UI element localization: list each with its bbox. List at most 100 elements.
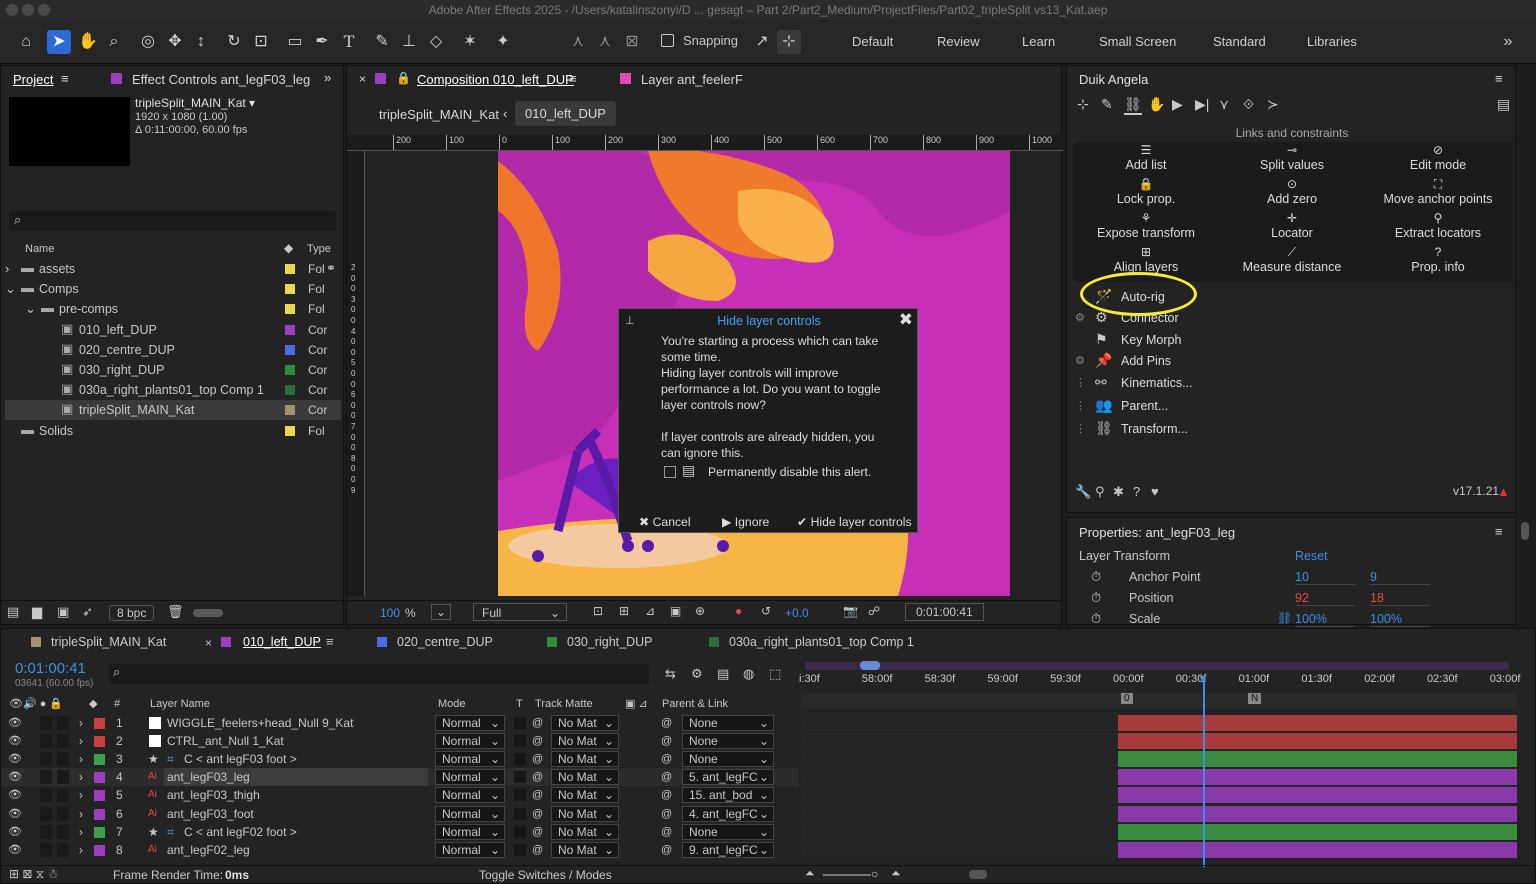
layer-row[interactable]: 👁 › 2 CTRL_ant_Null 1_Kat Normal ⌄ @ No Mat ⌄ @ No… [1,732,799,750]
layer-name[interactable]: ant_legF03_thigh [167,786,260,804]
lock-switch[interactable] [57,842,69,857]
orbit-camera-icon[interactable]: ◎ [136,30,160,54]
solo-switch[interactable] [40,770,52,785]
split-values-button[interactable]: ⊸ Split values [1219,142,1365,176]
project-item[interactable]: ▬ Solids Fol [5,421,341,441]
pick-whip-icon[interactable]: @ [532,805,543,823]
layer-row[interactable]: 👁 › 1 WIGGLE_feelers+head_Null 9_Kat Normal ⌄… [1,714,799,732]
lock-switch[interactable] [57,824,69,839]
parent-select[interactable]: 4. ant_legFC ⌄ [682,805,774,822]
layer-row[interactable]: 👁 › 3 ★ ⌗ C < ant legF03 foot > Normal ⌄ @ No Mat… [1,750,799,768]
expand-arrow-icon[interactable]: › [79,823,83,841]
brush-tool-icon[interactable]: ✎ [370,30,394,54]
layer-duration-bar[interactable] [1118,733,1517,750]
property-value-x[interactable]: 10 [1295,570,1355,585]
shy-layers-icon[interactable]: ▤ [717,666,729,682]
layer-row[interactable]: 👁 › 6 Ai ant_legF03_foot Normal ⌄ @ No Mat ⌄ @4. a… [1,805,799,823]
rotate-tool-icon[interactable]: ↻ [222,30,246,54]
project-item[interactable]: ▣ 030_right_DUP Cor [5,360,341,380]
close-icon[interactable]: ✖ [899,310,913,330]
pen-tool-icon[interactable]: ✒ [310,30,334,54]
parent-select[interactable]: None ⌄ [682,751,774,768]
zoom-tool-icon[interactable]: ⌕ [102,30,126,54]
options-icon[interactable]: ⋮ [1075,422,1086,435]
layer-name[interactable]: C < ant legF02 foot > [184,823,297,841]
wrench-icon[interactable]: 🔧 [1075,484,1091,500]
visibility-eye-icon[interactable]: 👁 [8,823,22,841]
properties-scrollbar[interactable] [1521,522,1529,540]
grid-icon[interactable]: ⊕ [695,604,705,618]
preserve-transparency-checkbox[interactable] [514,843,526,856]
layer-duration-bar[interactable] [1118,751,1517,768]
expand-arrow-icon[interactable]: › [79,786,83,804]
thumbnail-slider[interactable] [193,609,223,617]
layer-duration-bar[interactable] [1118,805,1517,822]
zoom-navigator[interactable] [860,661,880,670]
lock-switch[interactable] [57,788,69,803]
visibility-eye-icon[interactable]: 👁 [8,750,22,768]
pan-behind-tool-icon[interactable]: ⊡ [249,30,273,54]
track-matte-select[interactable]: No Mat ⌄ [551,787,619,804]
visibility-eye-icon[interactable]: 👁 [8,732,22,750]
lock-switch[interactable] [57,770,69,785]
pan-camera-icon[interactable]: ✥ [163,30,187,54]
comp-marker-0[interactable]: 0 [1121,693,1133,704]
layer-name[interactable]: ant_legF02_leg [167,841,250,859]
visibility-eye-icon[interactable]: 👁 [8,714,22,732]
project-item[interactable]: ▣ 020_centre_DUP Cor [5,340,341,360]
comp-mini-flowchart-icon[interactable]: ⇆ [665,666,676,682]
blend-mode-select[interactable]: Normal ⌄ [435,805,505,822]
puppet-pin-tool-icon[interactable]: ✦ [491,30,515,54]
snapping-checkbox[interactable] [661,34,674,47]
pick-whip-icon[interactable]: @ [532,786,543,804]
preserve-transparency-checkbox[interactable] [514,753,526,766]
add-pins-button[interactable]: ⚙ 📌 Add Pins [1075,352,1375,372]
property-value-x[interactable]: 100% [1295,612,1355,627]
blend-mode-select[interactable]: Normal ⌄ [435,823,505,840]
mode-column[interactable]: Mode [438,696,466,713]
region-of-interest-icon[interactable]: ⊡ [593,604,603,618]
project-item[interactable]: ▣ tripleSplit_MAIN_Kat Cor [5,400,341,421]
hand-icon[interactable]: ✋ [1148,96,1165,113]
axis-view-icon[interactable]: ⊠ [620,30,644,54]
draft-3d-icon[interactable]: ⚙ [691,666,703,682]
zoom-dropdown-icon[interactable]: ⌄ [431,604,452,620]
pick-whip-icon[interactable]: @ [532,732,543,750]
parent-column[interactable]: Parent & Link [662,696,728,713]
heart-icon[interactable]: ♥ [1151,484,1159,499]
visibility-eye-icon[interactable]: 👁 [8,786,22,804]
expand-arrow-icon[interactable]: ⌄ [25,301,36,317]
track-matte-select[interactable]: No Mat ⌄ [551,823,619,840]
layer-search-input[interactable]: ⌕ [109,664,649,684]
workspace-review[interactable]: Review [937,34,980,49]
scripting-icon[interactable]: ≻ [1267,96,1279,113]
new-comp-icon[interactable]: ▣ [57,604,69,620]
blend-mode-select[interactable]: Normal ⌄ [435,841,505,858]
layer-row[interactable]: 👁 › 7 ★ ⌗ C < ant legF02 foot > Normal ⌄ @ No Mat… [1,823,799,841]
show-snapshot-icon[interactable]: ☍ [868,604,880,618]
track-matte-select[interactable]: No Mat ⌄ [551,733,619,750]
label-swatch[interactable] [285,324,295,335]
flowchart-icon[interactable]: ⚭ [326,261,336,275]
workspace-default[interactable]: Default [852,34,893,49]
snap-icon[interactable]: ↗ [750,30,774,54]
blend-mode-select[interactable]: Normal ⌄ [435,751,505,768]
resolution-dropdown[interactable]: Full ⌄ [473,603,567,621]
parent-select[interactable]: None ⌄ [682,715,774,731]
project-item[interactable]: ▣ 010_left_DUP Cor [5,320,341,340]
clone-stamp-tool-icon[interactable]: ⊥ [397,30,421,54]
pick-whip-icon[interactable]: @ [532,714,543,732]
reset-button[interactable]: Reset [1295,549,1328,563]
track-matte-select[interactable]: No Mat ⌄ [551,751,619,768]
property-value-y[interactable]: 18 [1370,591,1430,606]
toggle-switches-modes-button[interactable]: Toggle Switches / Modes [479,868,612,882]
preserve-transparency-checkbox[interactable] [514,825,526,838]
axis-local-icon[interactable]: ⋏ [566,30,590,54]
layer-duration-bar[interactable] [1118,715,1517,731]
timeline-scroll-handle[interactable] [969,870,987,879]
project-item[interactable]: ⌄ ▬ Comps Fol [5,279,341,299]
axis-world-icon[interactable]: ⋏ [593,30,617,54]
preserve-transparency-checkbox[interactable] [514,807,526,820]
label-swatch[interactable] [94,844,105,856]
snap-options-icon[interactable]: ⊹ [777,30,801,54]
